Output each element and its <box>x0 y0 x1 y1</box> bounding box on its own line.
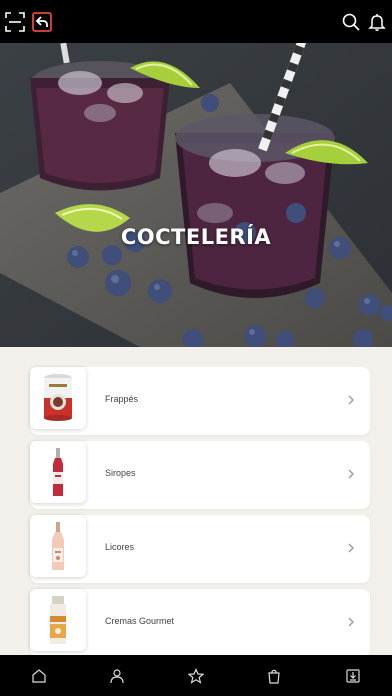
syrup-bottle-image <box>30 441 86 503</box>
gourmet-cream-bottle-image <box>30 589 86 651</box>
category-label: Siropes <box>105 468 136 478</box>
category-item-frappes[interactable]: Frappés <box>30 367 370 435</box>
hero-banner[interactable]: COCTELERÍA <box>0 43 392 347</box>
chevron-right-icon <box>348 469 354 479</box>
chevron-right-icon <box>348 617 354 627</box>
hero-title: COCTELERÍA <box>120 225 272 249</box>
scan-icon[interactable] <box>4 11 26 33</box>
category-list: Frappés Siropes Licores Cremas Gourmet <box>0 347 392 655</box>
cocktail-hero-image <box>0 43 392 347</box>
category-label: Licores <box>105 542 135 552</box>
user-icon[interactable] <box>108 667 126 685</box>
category-item-cremas-gourmet[interactable]: Cremas Gourmet <box>30 589 370 655</box>
top-bar <box>0 0 392 43</box>
download-icon[interactable] <box>344 667 362 685</box>
category-item-siropes[interactable]: Siropes <box>30 441 370 509</box>
bell-icon[interactable] <box>366 11 388 33</box>
category-label: Frappés <box>105 394 139 404</box>
search-icon[interactable] <box>340 11 362 33</box>
liqueur-bottle-image <box>30 515 86 577</box>
bag-icon[interactable] <box>265 667 283 685</box>
frappe-can-image <box>30 367 86 429</box>
chevron-right-icon <box>348 543 354 553</box>
chevron-right-icon <box>348 395 354 405</box>
star-icon[interactable] <box>187 667 205 685</box>
back-icon[interactable] <box>31 11 53 33</box>
home-icon[interactable] <box>30 667 48 685</box>
category-label: Cremas Gourmet <box>105 616 175 626</box>
bottom-navigation <box>0 655 392 696</box>
category-item-licores[interactable]: Licores <box>30 515 370 583</box>
